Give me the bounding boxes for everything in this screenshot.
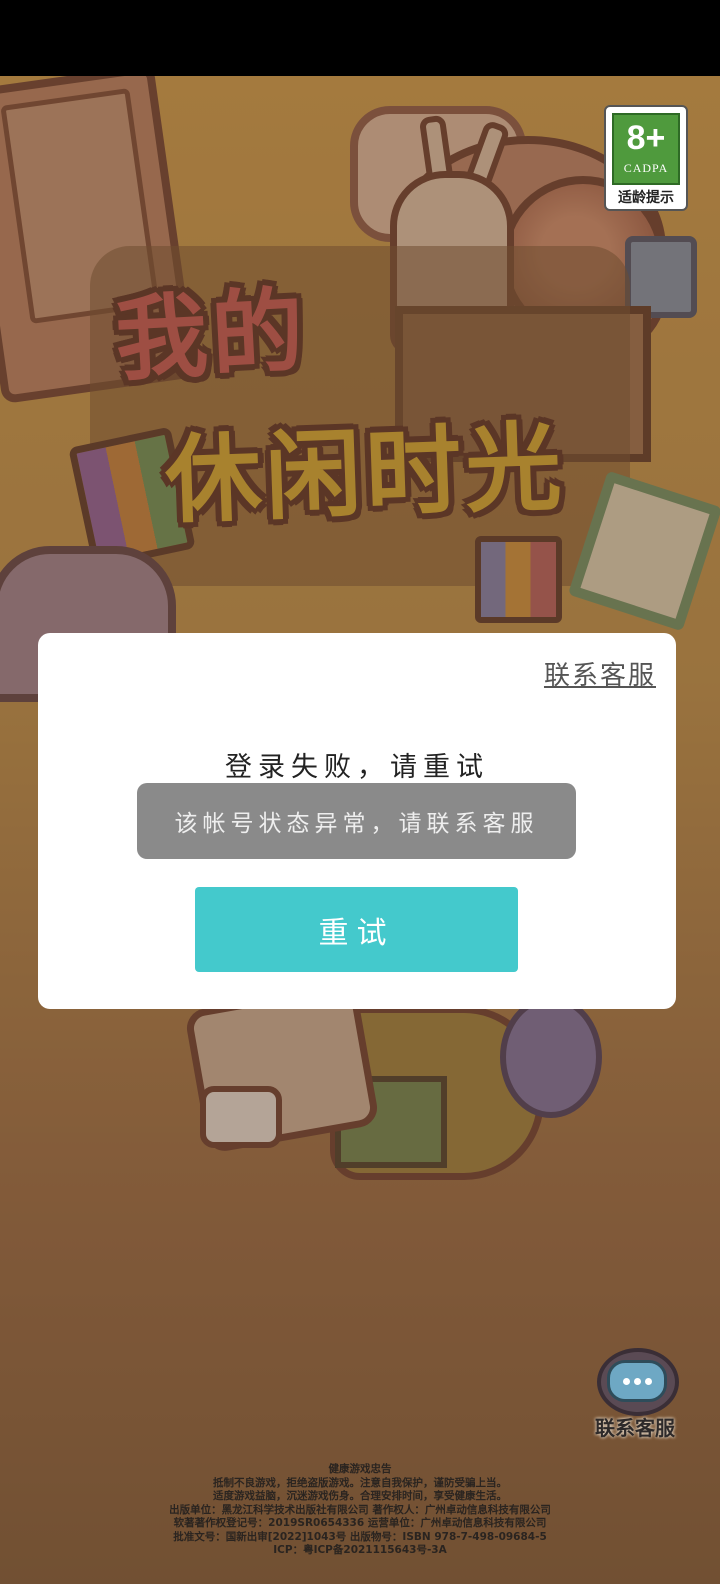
footer-line: 批准文号：国新出审[2022]1043号 出版物号：ISBN 978-7-498… (173, 1530, 547, 1543)
footer-line: 抵制不良游戏，拒绝盗版游戏。注意自我保护，谨防受骗上当。 (213, 1476, 507, 1489)
error-message-box: 该帐号状态异常，请联系客服 (137, 783, 576, 859)
age-rating-badge[interactable]: 8+ CADPA 适龄提示 (604, 105, 688, 211)
footer-line: 适度游戏益脑，沉迷游戏伤身。合理安排时间，享受健康生活。 (213, 1490, 507, 1502)
dialog-title: 登录失败，请重试 (225, 752, 489, 783)
chat-bubble-icon (607, 1360, 667, 1402)
retry-button-label: 重试 (318, 915, 395, 951)
login-failed-dialog: 联系客服 登录失败，请重试 该帐号状态异常，请联系客服 重试 (38, 633, 676, 1009)
footer-line: 软著著作权登记号：2019SR0654336 运营单位：广州卓动信息科技有限公司 (173, 1517, 547, 1529)
age-rating-tip: 适龄提示 (618, 190, 674, 206)
status-bar (0, 0, 720, 76)
footer-line: 健康游戏忠告 (328, 1463, 392, 1475)
age-rating-org: CADPA (623, 161, 669, 175)
health-notice-footer: 健康游戏忠告 抵制不良游戏，拒绝盗版游戏。注意自我保护，谨防受骗上当。 适度游戏… (0, 1463, 720, 1558)
contact-support-link[interactable]: 联系客服 (544, 655, 656, 692)
error-message: 该帐号状态异常，请联系客服 (174, 811, 539, 837)
footer-line: ICP：粤ICP备2021115643号-3A (273, 1544, 447, 1556)
retry-button[interactable]: 重试 (195, 887, 518, 972)
footer-line: 出版单位：黑龙江科学技术出版社有限公司 著作权人：广州卓动信息科技有限公司 (169, 1503, 551, 1516)
age-rating-number: 8+ (626, 119, 666, 157)
customer-support-button[interactable]: 联系客服 (585, 1340, 685, 1440)
age-rating-icon: 8+ CADPA (612, 113, 680, 185)
support-label: 联系客服 (595, 1416, 675, 1440)
